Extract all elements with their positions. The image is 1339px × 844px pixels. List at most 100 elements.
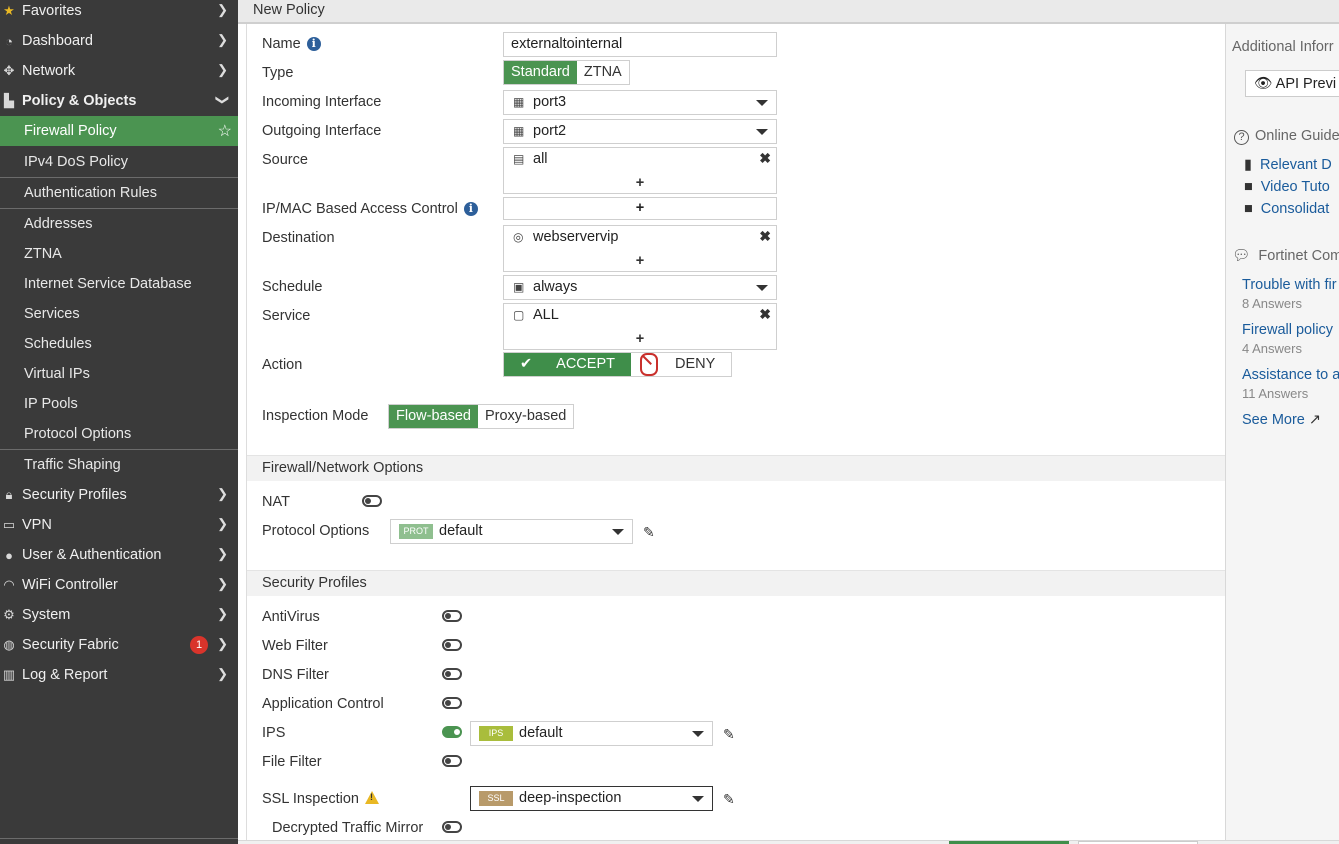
sidebar-item-label: Log & Report xyxy=(22,667,108,683)
sidebar-sub-label: Addresses xyxy=(24,216,93,232)
dashboard-icon: ◔ xyxy=(5,33,13,49)
ips-value: default xyxy=(519,725,563,741)
action-selector: ✔ ACCEPT DENY xyxy=(503,352,733,377)
guide-link-relevant[interactable]: ▮ Relevant D xyxy=(1244,157,1332,173)
sidebar-sub-services[interactable]: Services xyxy=(0,299,238,329)
chevron-right-icon: ❯ xyxy=(217,606,228,621)
sidebar-sub-schedules[interactable]: Schedules xyxy=(0,329,238,359)
guide-link-consolidated[interactable]: ■ Consolidat xyxy=(1244,201,1329,217)
sidebar-sub-label: Services xyxy=(24,306,80,322)
outgoing-interface-select[interactable]: ▦ port2 xyxy=(503,119,777,144)
sidebar-sub-traffic-shaping[interactable]: Traffic Shaping xyxy=(0,450,238,480)
sidebar-item-wifi-controller[interactable]: ◠ WiFi Controller ❯ xyxy=(0,570,238,600)
protocol-options-select[interactable]: PROT default xyxy=(390,519,633,544)
proxy-based-option[interactable]: Proxy-based xyxy=(477,405,574,428)
sidebar-item-system[interactable]: ⚙ System ❯ xyxy=(0,600,238,630)
remove-icon[interactable]: ✖ xyxy=(759,228,771,245)
sidebar-item-favorites[interactable]: ★ Favorites ❯ xyxy=(0,0,238,26)
add-source-button[interactable]: + xyxy=(504,175,776,191)
community-question-1[interactable]: Trouble with fir xyxy=(1242,277,1337,293)
api-preview-button[interactable]: 👁︎ API Previ xyxy=(1245,70,1339,97)
antivirus-toggle[interactable] xyxy=(442,610,462,622)
edit-pencil-icon[interactable]: ✎ xyxy=(643,524,655,541)
see-more-link[interactable]: See More ↗ xyxy=(1242,412,1321,428)
info-icon[interactable]: i xyxy=(463,202,478,216)
dns-filter-toggle[interactable] xyxy=(442,668,462,680)
web-filter-toggle[interactable] xyxy=(442,639,462,651)
sidebar-item-label: Network xyxy=(22,63,76,79)
deny-icon xyxy=(639,353,658,376)
sidebar-item-security-profiles[interactable]: 🔒︎ Security Profiles ❯ xyxy=(0,480,238,510)
sidebar-item-security-fabric[interactable]: ◍ Security Fabric 1 ❯ xyxy=(0,630,238,660)
application-control-label: Application Control xyxy=(262,696,384,712)
service-label: Service xyxy=(262,308,311,324)
api-preview-label: API Previ xyxy=(1275,76,1337,92)
guide-link-video[interactable]: ■ Video Tuto xyxy=(1244,179,1330,195)
sidebar-item-network[interactable]: ✥ Network ❯ xyxy=(0,56,238,86)
sidebar-sub-protocol-options[interactable]: Protocol Options xyxy=(0,419,238,449)
sidebar-sub-label: IP Pools xyxy=(24,396,78,412)
nat-toggle[interactable] xyxy=(362,495,382,507)
schedule-value: always xyxy=(533,279,578,295)
sidebar-item-dashboard[interactable]: ◔ Dashboard ❯ xyxy=(0,26,238,56)
sidebar-item-policy-objects[interactable]: ▙ Policy & Objects ❯ xyxy=(0,86,238,116)
firewall-network-options-header: Firewall/Network Options xyxy=(247,455,1225,481)
sidebar-sub-ztna[interactable]: ZTNA xyxy=(0,239,238,269)
edit-pencil-icon[interactable]: ✎ xyxy=(723,791,735,808)
ipmac-add-button[interactable]: + xyxy=(503,197,777,220)
sidebar-item-vpn[interactable]: ▭ VPN ❯ xyxy=(0,510,238,540)
flow-based-option[interactable]: Flow-based xyxy=(389,405,478,428)
accept-button[interactable]: ✔ ACCEPT xyxy=(504,353,631,376)
destination-field[interactable]: ◎ webservervip ✖ + xyxy=(503,225,777,272)
ssl-inspection-select[interactable]: SSL deep-inspection xyxy=(470,786,713,811)
community-question-3[interactable]: Assistance to a xyxy=(1242,367,1339,383)
add-service-button[interactable]: + xyxy=(504,331,776,347)
community-question-2[interactable]: Firewall policy xyxy=(1242,322,1333,338)
sidebar-item-user-authentication[interactable]: ● User & Authentication ❯ xyxy=(0,540,238,570)
ipmac-label-text: IP/MAC Based Access Control xyxy=(262,201,458,217)
sidebar-item-label: Policy & Objects xyxy=(22,93,137,109)
sidebar-sub-virtual-ips[interactable]: Virtual IPs xyxy=(0,359,238,389)
answers-count-1: 8 Answers xyxy=(1242,296,1302,311)
sidebar-sub-firewall-policy[interactable]: Firewall Policy ☆ xyxy=(0,116,238,146)
laptop-icon: ▭ xyxy=(2,517,16,532)
application-control-toggle[interactable] xyxy=(442,697,462,709)
info-icon[interactable]: i xyxy=(306,37,321,51)
action-label: Action xyxy=(262,357,303,373)
sidebar-item-log-report[interactable]: ▥ Log & Report ❯ xyxy=(0,660,238,690)
type-standard-option[interactable]: Standard xyxy=(504,61,577,84)
file-filter-toggle[interactable] xyxy=(442,755,462,767)
ips-select[interactable]: IPS default xyxy=(470,721,713,746)
ips-toggle[interactable] xyxy=(442,726,462,738)
deny-button[interactable]: DENY xyxy=(630,353,732,376)
sidebar-sub-internet-service-database[interactable]: Internet Service Database xyxy=(0,269,238,299)
type-ztna-option[interactable]: ZTNA xyxy=(576,61,629,84)
remove-icon[interactable]: ✖ xyxy=(759,306,771,323)
type-label: Type xyxy=(262,65,294,81)
community-text: Fortinet Com xyxy=(1258,248,1339,264)
sidebar-sub-dos-policy[interactable]: IPv4 DoS Policy xyxy=(0,147,238,177)
sidebar-sub-authentication-rules[interactable]: Authentication Rules xyxy=(0,178,238,208)
ssl-inspection-label-text: SSL Inspection xyxy=(262,791,359,807)
sidebar-sub-label: Protocol Options xyxy=(24,426,132,442)
schedule-select[interactable]: ▣ always xyxy=(503,275,777,300)
warning-icon xyxy=(365,791,379,804)
divider xyxy=(0,838,238,839)
edit-pencil-icon[interactable]: ✎ xyxy=(723,726,735,743)
name-input[interactable]: externaltointernal xyxy=(503,32,777,57)
sidebar-sub-ip-pools[interactable]: IP Pools xyxy=(0,389,238,419)
remove-icon[interactable]: ✖ xyxy=(759,150,771,167)
service-value: ALL xyxy=(533,307,559,323)
sidebar-sub-addresses[interactable]: Addresses xyxy=(0,209,238,239)
security-profiles-header: Security Profiles xyxy=(247,570,1225,596)
incoming-interface-select[interactable]: ▦ port3 xyxy=(503,90,777,115)
source-field[interactable]: ▤ all ✖ + xyxy=(503,147,777,194)
guide-link-text: Consolidat xyxy=(1260,201,1330,217)
favorite-star-icon[interactable]: ☆ xyxy=(218,121,232,141)
add-destination-button[interactable]: + xyxy=(504,253,776,269)
chart-icon: ▥ xyxy=(2,667,16,682)
chat-icon: 💬︎ xyxy=(1232,248,1251,264)
decrypted-traffic-mirror-toggle[interactable] xyxy=(442,821,462,833)
service-field[interactable]: ▢ ALL ✖ + xyxy=(503,303,777,350)
address-icon: ▤ xyxy=(513,152,525,166)
